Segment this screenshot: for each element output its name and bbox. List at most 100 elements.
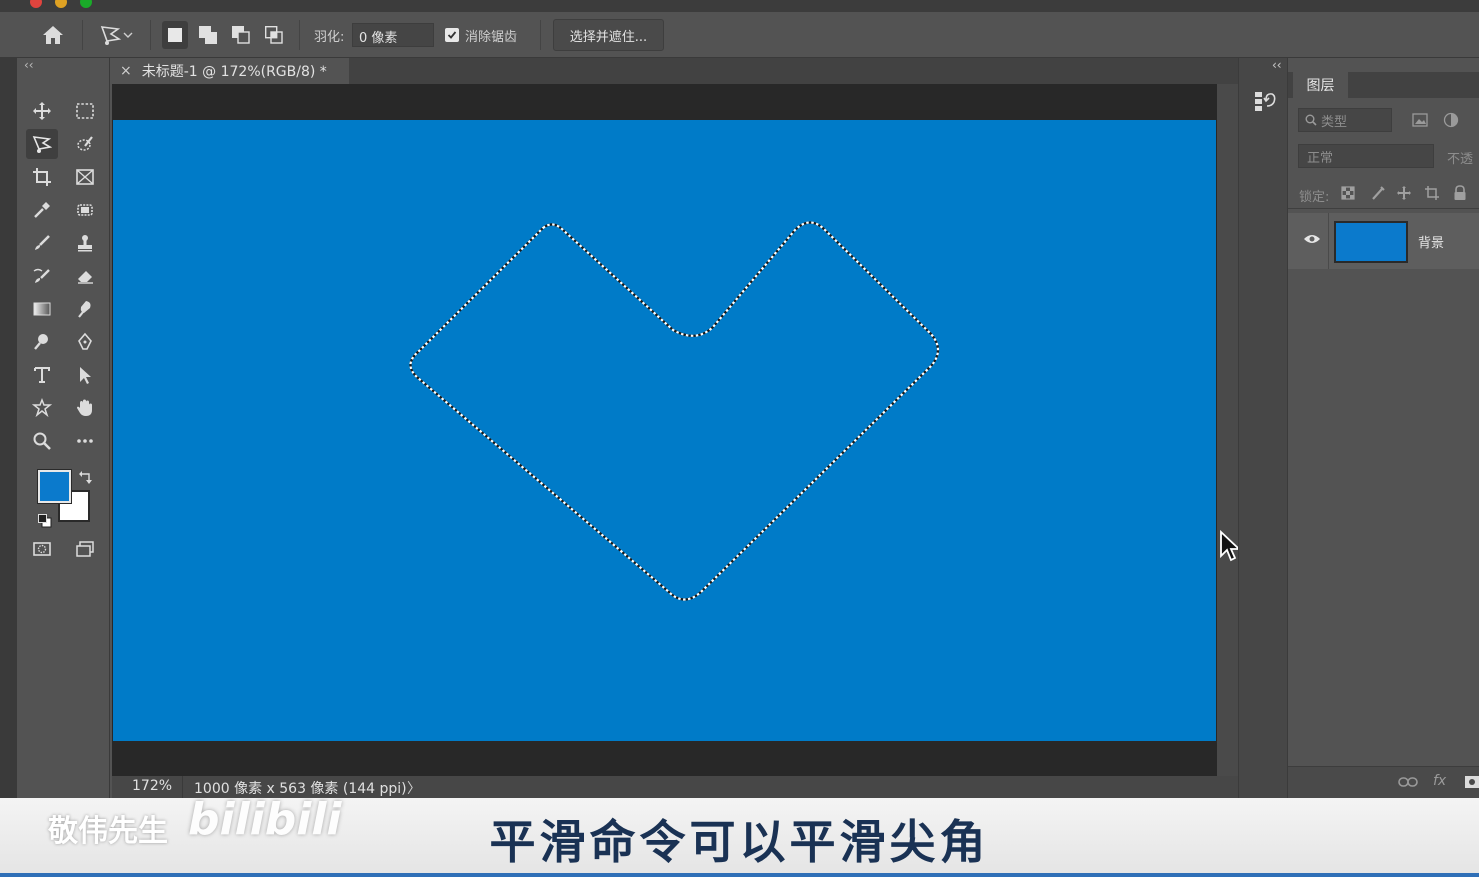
chevron-down-icon [123, 32, 133, 38]
blend-mode-select[interactable]: 正常 [1298, 144, 1434, 168]
title-bar [0, 0, 1479, 12]
selection-marquee [409, 221, 940, 601]
add-mask-icon[interactable] [1464, 775, 1479, 789]
quick-selection-tool[interactable] [69, 129, 101, 159]
new-selection-icon [168, 28, 182, 42]
divider [1328, 213, 1329, 269]
history-panel-button[interactable] [1253, 88, 1277, 118]
close-window-button[interactable] [30, 0, 42, 8]
quick-mask-button[interactable] [26, 534, 58, 564]
type-icon [34, 367, 50, 383]
separator [82, 20, 83, 50]
arrow-pointer-icon [80, 367, 91, 384]
layer-name: 背景 [1418, 236, 1445, 251]
tools-panel: ‹‹ [17, 58, 110, 798]
tab-layers[interactable]: 图层 [1293, 72, 1348, 98]
screen-mode-button[interactable] [69, 534, 101, 564]
subtract-from-selection-button[interactable] [228, 21, 254, 49]
eraser-tool[interactable] [69, 261, 101, 291]
crop-tool[interactable] [26, 162, 58, 192]
intersect-selection-icon [265, 26, 283, 44]
eye-icon[interactable] [1303, 233, 1321, 245]
shape-tool[interactable] [26, 393, 58, 423]
default-colors-icon [38, 514, 52, 528]
hand-tool[interactable] [69, 393, 101, 423]
zoom-tool[interactable] [26, 426, 58, 456]
polygonal-lasso-icon [32, 136, 52, 153]
add-to-selection-button[interactable] [195, 21, 221, 49]
layer-row[interactable]: 背景 [1288, 213, 1479, 269]
feather-input[interactable]: 0 像素 [352, 23, 434, 47]
canvas[interactable] [113, 120, 1216, 741]
collapse-toolbar-button[interactable]: ‹‹ [24, 58, 34, 72]
swap-colors-button[interactable] [79, 469, 93, 484]
layers-panel-header: 图层 [1288, 72, 1479, 98]
lock-label: 锁定: [1299, 190, 1330, 205]
document-tab[interactable]: × 未标题-1 @ 172%(RGB/8) * [112, 58, 349, 84]
maximize-window-button[interactable] [80, 0, 92, 8]
layer-style-icon[interactable]: fx [1433, 773, 1446, 789]
more-icon [77, 439, 93, 443]
zoom-level[interactable]: 172% [132, 778, 172, 794]
lock-artboard-icon[interactable] [1424, 185, 1440, 201]
document-tab-bar: × 未标题-1 @ 172%(RGB/8) * [112, 58, 1238, 84]
dodge-icon [34, 334, 48, 350]
marquee-tool[interactable] [69, 96, 101, 126]
eraser-icon [78, 271, 93, 284]
eyedropper-icon [34, 202, 50, 218]
layer-thumbnail [1334, 221, 1408, 263]
home-icon [43, 26, 63, 44]
edit-toolbar-button[interactable] [69, 426, 101, 456]
history-brush-tool[interactable] [26, 261, 58, 291]
pen-icon [78, 332, 92, 350]
close-tab-icon[interactable]: × [120, 63, 132, 79]
vertical-scrollbar[interactable] [1217, 84, 1238, 776]
frame-tool[interactable] [69, 162, 101, 192]
layer-filter-label: 类型 [1321, 114, 1348, 130]
lasso-tool[interactable] [26, 129, 58, 159]
smudge-tool[interactable] [69, 294, 101, 324]
minimize-window-button[interactable] [55, 0, 67, 8]
add-selection-icon [199, 26, 217, 44]
collapse-panels-button[interactable]: ‹‹ [1272, 58, 1282, 72]
photoshop-window: 羽化: 0 像素 消除锯齿 选择并遮住... ‹‹ × 未标题-1 @ 172%… [0, 0, 1479, 877]
lock-pixels-icon[interactable] [1370, 185, 1386, 201]
lock-all-icon[interactable] [1453, 185, 1467, 201]
rectangular-marquee-icon [76, 103, 94, 119]
home-button[interactable] [38, 20, 68, 50]
document-info-menu-button[interactable]: 〉 [407, 778, 421, 798]
clone-stamp-tool[interactable] [69, 228, 101, 258]
antialias-checkbox[interactable] [445, 28, 459, 42]
type-tool[interactable] [26, 360, 58, 390]
search-icon [1305, 114, 1317, 126]
foreground-color-swatch[interactable] [37, 469, 72, 504]
link-layers-icon[interactable] [1398, 776, 1418, 788]
path-selection-tool[interactable] [69, 360, 101, 390]
healing-brush-tool[interactable] [69, 195, 101, 225]
pen-tool[interactable] [69, 327, 101, 357]
antialias-label: 消除锯齿 [465, 30, 518, 45]
separator [540, 20, 541, 50]
eyedropper-tool[interactable] [26, 195, 58, 225]
new-selection-button[interactable] [162, 21, 188, 49]
history-icon [1255, 92, 1276, 111]
intersect-selection-button[interactable] [261, 21, 287, 49]
history-brush-icon [33, 268, 50, 283]
lock-transparent-icon[interactable] [1341, 186, 1355, 200]
adjustment-filter-icon[interactable] [1443, 112, 1459, 128]
layer-filter-select[interactable]: 类型 [1298, 108, 1392, 132]
options-bar: 羽化: 0 像素 消除锯齿 选择并遮住... [0, 12, 1479, 58]
gradient-tool[interactable] [26, 294, 58, 324]
lock-position-icon[interactable] [1396, 185, 1412, 201]
dodge-tool[interactable] [26, 327, 58, 357]
stamp-icon [78, 235, 92, 252]
tool-preset-picker[interactable] [92, 20, 140, 50]
move-tool[interactable] [26, 96, 58, 126]
move-icon [33, 102, 51, 120]
select-and-mask-button[interactable]: 选择并遮住... [553, 19, 664, 51]
default-colors-button[interactable] [38, 513, 52, 528]
checkmark-icon [447, 31, 457, 39]
brush-tool[interactable] [26, 228, 58, 258]
image-filter-icon[interactable] [1412, 113, 1428, 127]
polygonal-lasso-icon [100, 26, 122, 45]
